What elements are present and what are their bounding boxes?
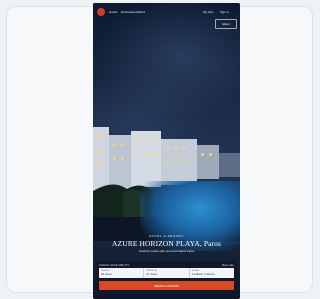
guests-field[interactable]: Guests 2 Adults, 1 Room: [190, 268, 234, 278]
nav-link-my-trips[interactable]: My trips: [203, 10, 214, 14]
booking-right-label[interactable]: Best rate: [222, 263, 234, 267]
guests-value: 2 Adults, 1 Room: [191, 272, 215, 276]
checkout-value: 27 June: [146, 272, 158, 276]
checkin-field[interactable]: Check-in 20 June: [99, 268, 145, 278]
booking-label: CHECK AVAILABILITY: [99, 263, 130, 267]
nav-link-hotels[interactable]: Hotels: [109, 10, 118, 14]
search-rooms-button[interactable]: SEARCH ROOMS: [99, 281, 234, 290]
menu-button[interactable]: Menu: [215, 19, 237, 29]
hero-subtitle: Seafront suites with pool and island vie…: [138, 249, 195, 253]
hero-title: AZURE HORIZON PLAYA, Paros: [112, 239, 221, 248]
checkin-value: 20 June: [101, 272, 112, 276]
nav-link-offers[interactable]: Offers: [137, 10, 145, 14]
brand-logo[interactable]: [97, 8, 105, 16]
hero-eyebrow: HOTEL & RESORT: [149, 234, 184, 238]
checkout-field[interactable]: Check-out 27 June: [144, 268, 190, 278]
booking-widget: CHECK AVAILABILITY Best rate Check-in 20…: [96, 261, 237, 297]
booking-fields: Check-in 20 June Check-out 27 June Guest…: [99, 268, 234, 278]
nav-link-destinations[interactable]: Destinations: [121, 10, 138, 14]
mobile-screen: Hotels Destinations Offers My trips Sign…: [93, 3, 240, 299]
nav-link-sign-in[interactable]: Sign in: [220, 10, 229, 14]
